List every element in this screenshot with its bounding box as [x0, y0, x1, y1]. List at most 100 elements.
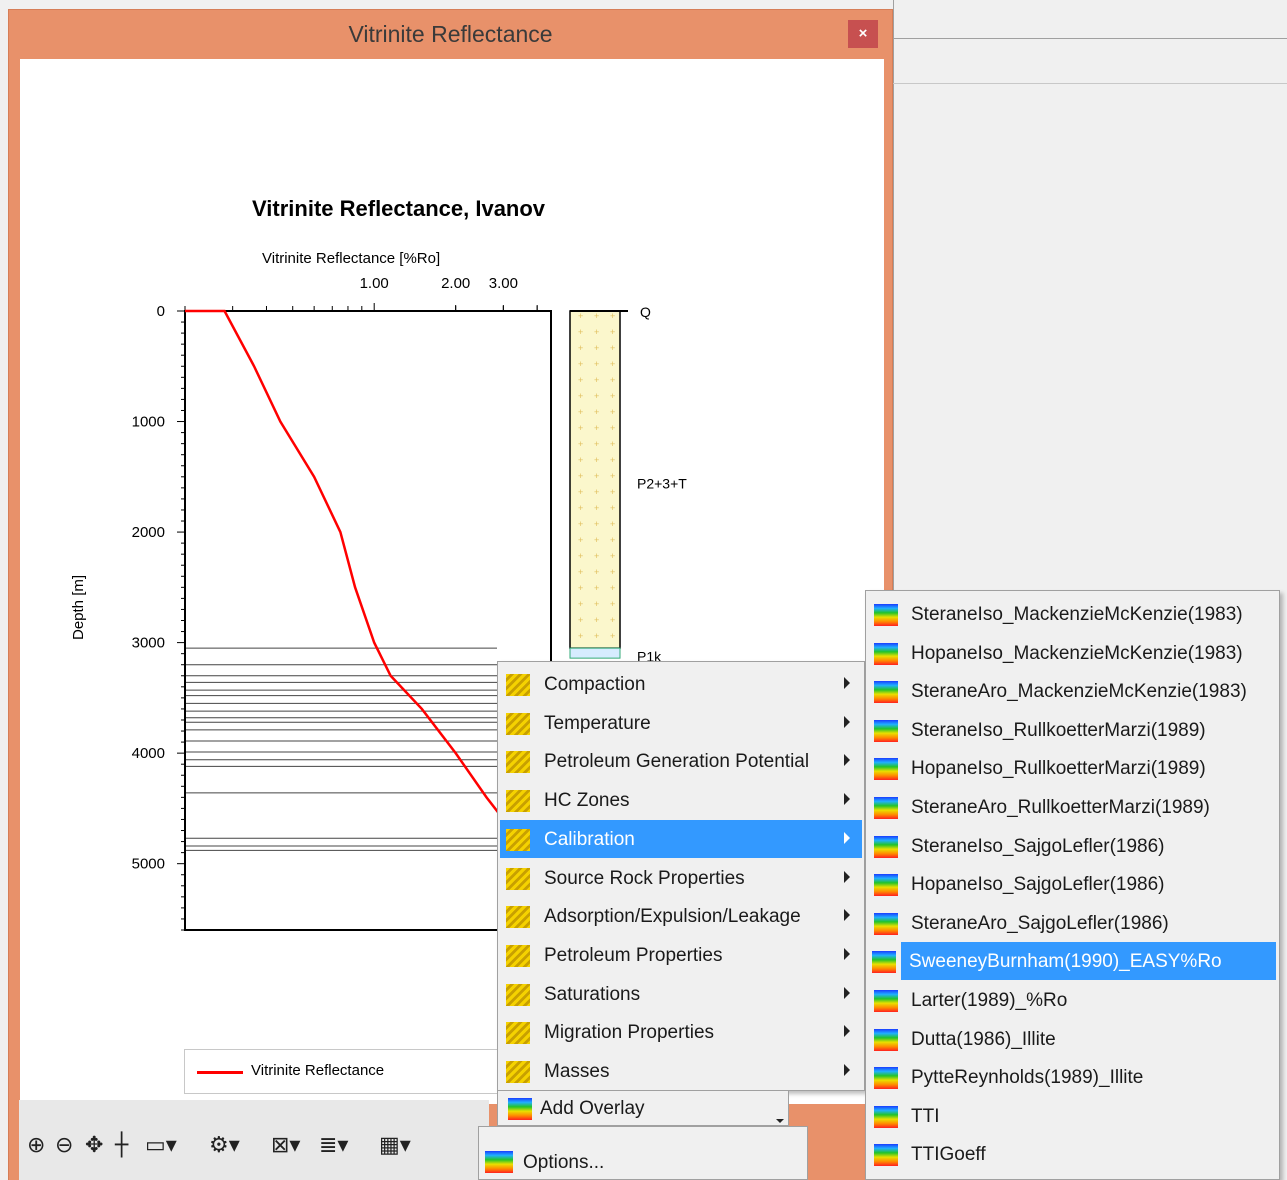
- menu-item-migration-properties[interactable]: Migration Properties: [500, 1013, 862, 1051]
- options-label: Options...: [523, 1152, 605, 1173]
- grid-yellow-icon: [506, 674, 530, 696]
- add-overlay-button[interactable]: Add Overlay: [497, 1090, 789, 1126]
- submenu-item[interactable]: HopaneIso_SajgoLefler(1986): [868, 865, 1278, 903]
- overlay-icon: [874, 874, 898, 897]
- grid-yellow-icon: [506, 1061, 530, 1083]
- overlay-icon: [874, 642, 898, 665]
- overlay-icon: [872, 951, 896, 974]
- overlay-icon: [508, 1098, 532, 1120]
- close-button[interactable]: ×: [848, 20, 878, 48]
- submenu-item[interactable]: SteraneIso_RullkoetterMarzi(1989): [868, 711, 1278, 749]
- crosshair-icon[interactable]: ┼: [115, 1133, 128, 1158]
- options-menu-item[interactable]: Options...: [478, 1126, 808, 1180]
- overlay-icon: [874, 797, 898, 819]
- chevron-right-icon: [844, 754, 850, 767]
- menu-item-source-rock-properties[interactable]: Source Rock Properties: [500, 859, 862, 897]
- submenu-item[interactable]: TTI: [868, 1097, 1278, 1135]
- submenu-item-label: SteraneAro_MackenzieMcKenzie(1983): [911, 681, 1247, 703]
- grid-yellow-icon: [506, 1022, 530, 1045]
- chevron-right-icon: [844, 793, 850, 806]
- overlay-icon: [874, 1144, 898, 1167]
- submenu-item[interactable]: SteraneAro_SajgoLefler(1986): [868, 904, 1278, 942]
- menu-item-adsorption-expulsion-leakage[interactable]: Adsorption/Expulsion/Leakage: [500, 897, 862, 935]
- overlay-icon: [874, 1105, 898, 1128]
- rectangle-select-icon[interactable]: ▭▾: [145, 1133, 177, 1158]
- overlay-icon: [874, 990, 898, 1012]
- menu-item-label: Migration Properties: [544, 1022, 715, 1044]
- legend-icon[interactable]: ≣▾: [319, 1133, 348, 1158]
- menu-item-petroleum-properties[interactable]: Petroleum Properties: [500, 936, 862, 974]
- zoom-in-icon[interactable]: ⊕: [27, 1133, 45, 1158]
- chevron-right-icon: [844, 715, 850, 728]
- settings-icon[interactable]: ⚙▾: [209, 1133, 240, 1158]
- overlay-icon[interactable]: ▦▾: [379, 1133, 411, 1158]
- chevron-right-icon: [844, 1025, 850, 1038]
- annotation-icon[interactable]: ⊠▾: [271, 1133, 300, 1158]
- chevron-right-icon: [844, 831, 850, 844]
- submenu-item[interactable]: HopaneIso_RullkoetterMarzi(1989): [868, 749, 1278, 787]
- menu-item-compaction[interactable]: Compaction: [500, 665, 862, 703]
- overlay-icon: [874, 604, 898, 626]
- submenu-item-label: SteraneAro_RullkoetterMarzi(1989): [911, 797, 1210, 818]
- grid-yellow-icon: [506, 944, 530, 967]
- legend-label: Vitrinite Reflectance: [251, 1062, 385, 1079]
- submenu-item-label: Larter(1989)_%Ro: [911, 990, 1068, 1011]
- overlay-icon: [874, 835, 898, 858]
- grid-yellow-icon: [506, 751, 530, 774]
- submenu-item[interactable]: SteraneIso_SajgoLefler(1986): [868, 827, 1278, 865]
- submenu-item-label: SteraneIso_SajgoLefler(1986): [911, 835, 1165, 857]
- grid-yellow-icon: [506, 906, 530, 929]
- grid-yellow-icon: [506, 828, 530, 851]
- context-menu: Compaction Temperature Petroleum Generatio…: [497, 661, 865, 1091]
- chart-toolbar: ⊕ ⊖ ✥ ┼ ▭▾ ⚙▾ ⊠▾ ≣▾ ▦▾: [19, 1100, 489, 1180]
- chart-title: Vitrinite Reflectance, Ivanov: [252, 196, 546, 221]
- grid-yellow-icon: [506, 983, 530, 1006]
- submenu-item-label: TTIGoeff: [911, 1144, 986, 1166]
- submenu-item-label: HopaneIso_MackenzieMcKenzie(1983): [911, 642, 1243, 664]
- submenu-item-label: HopaneIso_SajgoLefler(1986): [911, 874, 1165, 896]
- zoom-out-icon[interactable]: ⊖: [55, 1133, 73, 1158]
- menu-item-hc-zones[interactable]: HC Zones: [500, 781, 862, 819]
- menu-item-label: Petroleum Properties: [544, 944, 723, 966]
- overlay-icon: [874, 719, 898, 742]
- menu-item-label: HC Zones: [544, 790, 630, 812]
- menu-item-calibration[interactable]: Calibration: [500, 819, 862, 858]
- submenu-item[interactable]: PytteReynholds(1989)_Illite: [868, 1058, 1278, 1096]
- chevron-right-icon: [844, 677, 850, 689]
- submenu-item[interactable]: SteraneAro_MackenzieMcKenzie(1983): [868, 672, 1278, 710]
- overlay-icon: [874, 758, 898, 781]
- divider: [893, 83, 1287, 84]
- menu-item-label: Adsorption/Expulsion/Leakage: [544, 906, 801, 928]
- x-axis-label: Vitrinite Reflectance [%Ro]: [262, 250, 441, 267]
- grid-yellow-icon: [506, 867, 530, 890]
- pan-icon[interactable]: ✥: [85, 1133, 103, 1158]
- options-icon: [485, 1151, 513, 1173]
- overlay-icon: [874, 912, 898, 935]
- menu-item-saturations[interactable]: Saturations: [500, 975, 862, 1013]
- submenu-item-label: SweeneyBurnham(1990)_EASY%Ro: [909, 951, 1222, 973]
- submenu-item[interactable]: SteraneIso_MackenzieMcKenzie(1983): [868, 595, 1278, 633]
- menu-item-masses[interactable]: Masses: [500, 1052, 862, 1090]
- menu-item-petroleum-generation-potential[interactable]: Petroleum Generation Potential: [500, 742, 862, 780]
- submenu-item[interactable]: HopaneIso_MackenzieMcKenzie(1983): [868, 634, 1278, 672]
- submenu-item[interactable]: Larter(1989)_%Ro: [868, 981, 1278, 1019]
- menu-item-label: Masses: [544, 1061, 610, 1082]
- submenu-item[interactable]: SteraneAro_RullkoetterMarzi(1989): [868, 788, 1278, 826]
- submenu-item-label: Dutta(1986)_Illite: [911, 1028, 1056, 1050]
- chevron-right-icon: [844, 1064, 850, 1076]
- menu-item-temperature[interactable]: Temperature: [500, 704, 862, 742]
- submenu-item[interactable]: TTIGoeff: [868, 1135, 1278, 1173]
- divider: [893, 38, 1287, 39]
- submenu-item-label: SteraneAro_SajgoLefler(1986): [911, 912, 1169, 934]
- add-overlay-label: Add Overlay: [540, 1098, 645, 1119]
- overlay-icon: [874, 1028, 898, 1051]
- menu-item-label: Compaction: [544, 674, 646, 695]
- submenu-item[interactable]: Dutta(1986)_Illite: [868, 1020, 1278, 1058]
- chart-legend: Vitrinite Reflectance: [184, 1049, 504, 1094]
- submenu-item-label: TTI: [911, 1105, 940, 1127]
- title-bar[interactable]: Vitrinite Reflectance ×: [9, 10, 892, 58]
- submenu-item-label: SteraneIso_MackenzieMcKenzie(1983): [911, 604, 1243, 625]
- submenu-item[interactable]: SweeneyBurnham(1990)_EASY%Ro: [872, 942, 1276, 981]
- grid-yellow-icon: [506, 712, 530, 735]
- grid-yellow-icon: [506, 790, 530, 813]
